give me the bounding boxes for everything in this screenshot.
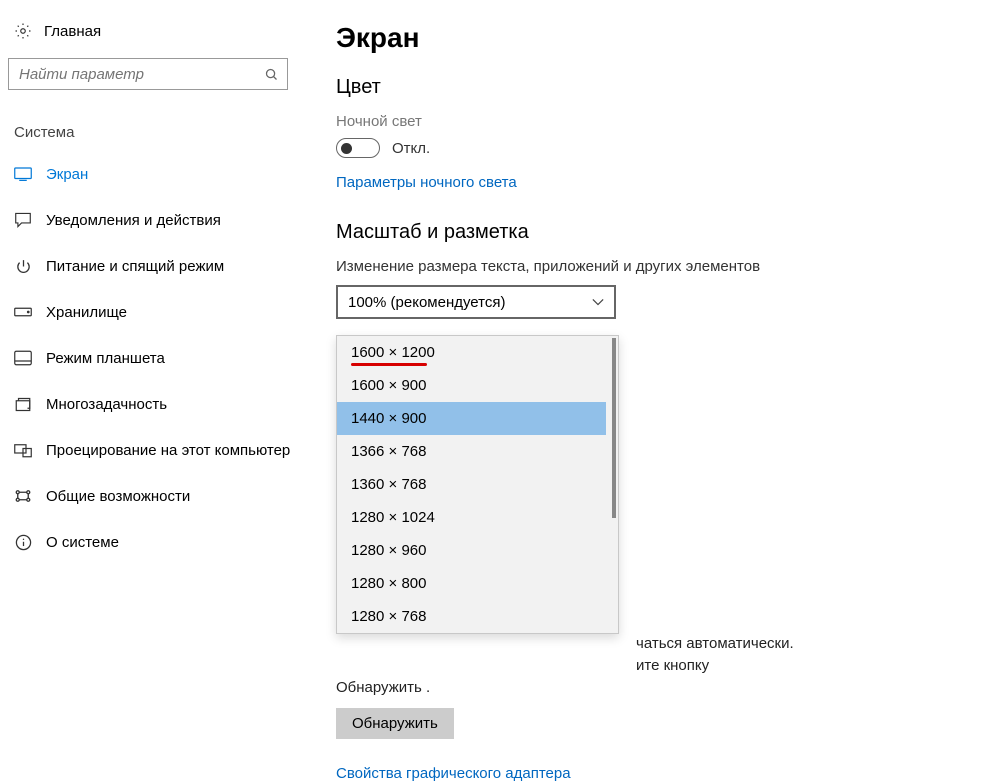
- detect-button[interactable]: Обнаружить: [336, 708, 454, 739]
- sidebar-item-tablet[interactable]: Режим планшета: [8, 335, 312, 381]
- speech-bubble-icon: [14, 211, 32, 229]
- search-input-container[interactable]: [8, 58, 288, 90]
- storage-icon: [14, 303, 32, 321]
- resolution-option[interactable]: 1440 × 900: [337, 402, 606, 435]
- section-scale-title: Масштаб и разметка: [336, 221, 970, 244]
- sidebar-item-power[interactable]: Питание и спящий режим: [8, 243, 312, 289]
- resolution-option[interactable]: 1360 × 768: [337, 468, 606, 501]
- adapter-properties-link[interactable]: Свойства графического адаптера: [336, 765, 571, 782]
- sidebar-item-storage[interactable]: Хранилище: [8, 289, 312, 335]
- search-input[interactable]: [19, 66, 264, 83]
- multitask-icon: [14, 395, 32, 413]
- scrollbar-thumb[interactable]: [612, 338, 616, 518]
- chevron-down-icon: [592, 298, 604, 306]
- main-panel: Экран Цвет Ночной свет Откл. Параметры н…: [320, 0, 990, 742]
- night-light-toggle[interactable]: [336, 138, 380, 158]
- search-icon: [264, 67, 279, 82]
- scale-label: Изменение размера текста, приложений и д…: [336, 258, 970, 275]
- night-light-state: Откл.: [392, 140, 430, 157]
- resolution-option[interactable]: 1280 × 768: [337, 600, 606, 633]
- section-color-title: Цвет: [336, 76, 970, 99]
- sidebar-item-label: Многозадачность: [46, 396, 167, 413]
- tablet-icon: [14, 349, 32, 367]
- resolution-option[interactable]: 1280 × 800: [337, 567, 606, 600]
- sidebar-item-projecting[interactable]: Проецирование на этот компьютер: [8, 427, 312, 473]
- scale-combo[interactable]: 100% (рекомендуется): [336, 285, 616, 319]
- night-light-settings-link[interactable]: Параметры ночного света: [336, 174, 517, 191]
- sidebar-item-label: Питание и спящий режим: [46, 258, 224, 275]
- power-icon: [14, 257, 32, 275]
- sidebar-item-label: Проецирование на этот компьютер: [46, 442, 290, 459]
- sidebar-item-label: Общие возможности: [46, 488, 190, 505]
- sidebar-item-label: О системе: [46, 534, 119, 551]
- sidebar-item-notifications[interactable]: Уведомления и действия: [8, 197, 312, 243]
- resolution-option[interactable]: 1600 × 1200: [337, 336, 606, 369]
- sidebar-item-label: Режим планшета: [46, 350, 165, 367]
- resolution-option[interactable]: 1280 × 960: [337, 534, 606, 567]
- sidebar-item-display[interactable]: Экран: [8, 151, 312, 197]
- sidebar-item-label: Экран: [46, 166, 88, 183]
- sidebar: Главная Система Экран: [0, 0, 320, 742]
- multi-display-text: чаться автоматически. ите кнопку Обнаруж…: [336, 633, 970, 739]
- resolution-option[interactable]: 1600 × 900: [337, 369, 606, 402]
- sidebar-item-shared[interactable]: Общие возможности: [8, 473, 312, 519]
- resolution-option[interactable]: 1366 × 768: [337, 435, 606, 468]
- info-icon: [14, 533, 32, 551]
- sidebar-item-about[interactable]: О системе: [8, 519, 312, 565]
- sidebar-item-multitasking[interactable]: Многозадачность: [8, 381, 312, 427]
- scale-combo-value: 100% (рекомендуется): [348, 294, 505, 311]
- sidebar-item-label: Хранилище: [46, 304, 127, 321]
- resolution-dropdown[interactable]: 1600 × 1200 1600 × 900 1440 × 900 1366 ×…: [336, 335, 619, 634]
- share-icon: [14, 487, 32, 505]
- night-light-label: Ночной свет: [336, 113, 970, 130]
- sidebar-item-label: Уведомления и действия: [46, 212, 221, 229]
- gear-icon: [14, 22, 32, 40]
- sidebar-category: Система: [8, 118, 312, 151]
- home-label: Главная: [44, 23, 101, 40]
- project-icon: [14, 441, 32, 459]
- display-icon: [14, 165, 32, 183]
- home-link[interactable]: Главная: [8, 18, 312, 44]
- resolution-option[interactable]: 1280 × 1024: [337, 501, 606, 534]
- page-title: Экран: [336, 22, 970, 54]
